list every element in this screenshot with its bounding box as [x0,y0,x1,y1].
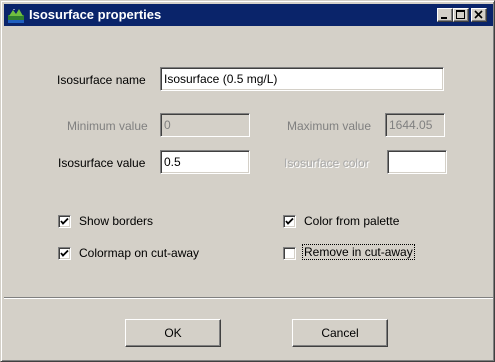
button-bar [4,297,493,361]
remove-cutaway-label[interactable]: Remove in cut-away [302,244,415,260]
isosurface-name-input[interactable]: Isosurface (0.5 mg/L) [160,67,444,91]
ok-button[interactable]: OK [125,319,221,347]
minimum-value-label: Minimum value [67,119,148,133]
close-icon [474,10,483,19]
minimize-icon [441,17,447,19]
close-button[interactable] [471,8,487,22]
color-from-palette-label[interactable]: Color from palette [304,214,399,228]
minimum-value-field: 0 [160,113,250,137]
isosurface-color-label: Isosurface color [284,156,369,170]
remove-cutaway-checkbox[interactable] [283,247,296,260]
window-title: Isosurface properties [29,7,162,22]
isosurface-color-swatch [387,150,447,174]
checkmark-icon [285,217,294,225]
app-icon [8,7,24,23]
minimize-button[interactable] [437,8,453,22]
checkmark-icon [60,249,69,257]
colormap-cutaway-label[interactable]: Colormap on cut-away [79,246,199,260]
maximize-button[interactable] [453,8,469,22]
maximum-value-label: Maximum value [287,119,372,133]
isosurface-value-label: Isosurface value [58,156,146,170]
maximize-icon [456,10,465,19]
show-borders-label[interactable]: Show borders [79,214,153,228]
maximum-value-field: 1644.05 [385,113,445,137]
isosurface-name-label: Isosurface name [57,73,146,87]
color-from-palette-checkbox[interactable] [283,215,296,228]
colormap-cutaway-checkbox[interactable] [58,247,71,260]
isosurface-value-input[interactable]: 0.5 [160,150,250,174]
title-bar[interactable]: Isosurface properties [4,4,493,26]
show-borders-checkbox[interactable] [58,215,71,228]
cancel-button[interactable]: Cancel [292,319,388,347]
checkmark-icon [60,217,69,225]
isosurface-properties-dialog: Isosurface properties Isosurface name Is… [0,0,495,362]
